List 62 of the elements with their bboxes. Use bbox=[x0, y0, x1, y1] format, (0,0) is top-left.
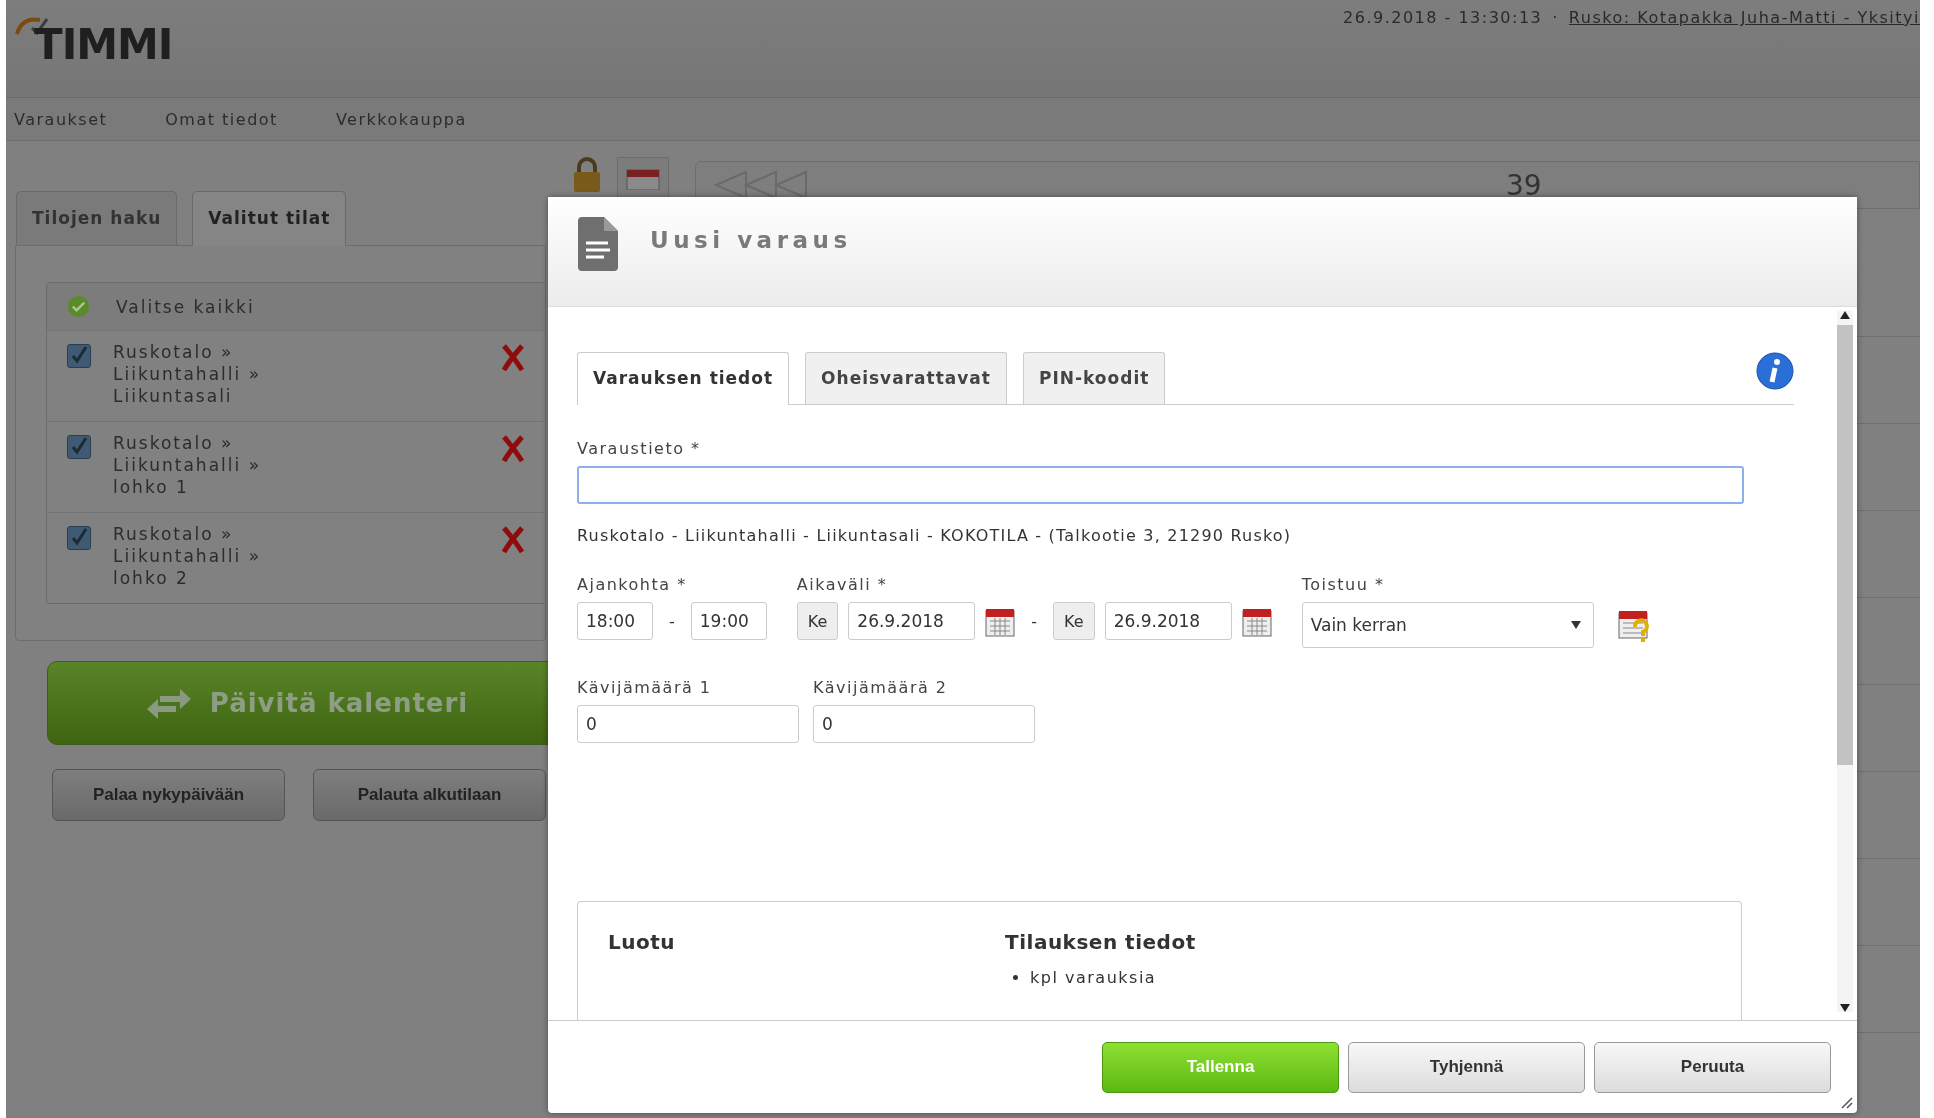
checkbox[interactable] bbox=[67, 344, 91, 368]
remove-icon[interactable] bbox=[501, 435, 525, 463]
info-icon[interactable] bbox=[1756, 352, 1794, 390]
scroll-down-icon[interactable] bbox=[1840, 1004, 1850, 1012]
space-path-text: lohko 2 bbox=[113, 567, 190, 589]
summary-heading: Luotu bbox=[608, 930, 676, 956]
start-date-field[interactable]: 26.9.2018 bbox=[848, 602, 976, 640]
user-link[interactable]: Rusko: Kotapakka Juha-Matti - Yksityi bbox=[1568, 8, 1920, 97]
resize-grip-icon[interactable] bbox=[1839, 1095, 1853, 1109]
end-date-field[interactable]: 26.9.2018 bbox=[1104, 602, 1232, 640]
visitor-count-field[interactable]: 0 bbox=[577, 705, 799, 743]
address-text: Ruskotalo - Liikuntahalli - Liikuntasali - KOKOTILA - (Talkootie 3, 21290 Rusko) bbox=[577, 526, 1293, 545]
order-item: kpl varauksia bbox=[1030, 968, 1157, 987]
logo-text: TIMMI bbox=[34, 24, 173, 66]
remove-icon[interactable] bbox=[501, 344, 525, 372]
remove-icon[interactable] bbox=[501, 526, 525, 554]
end-time-field[interactable]: 19:00 bbox=[690, 602, 767, 640]
visitor-count-field[interactable]: 0 bbox=[813, 705, 1035, 743]
field-label: Toistuu * bbox=[1301, 575, 1386, 594]
scrollbar[interactable] bbox=[1837, 311, 1853, 1012]
logo[interactable]: TIMMI bbox=[6, 0, 173, 97]
checkbox[interactable] bbox=[67, 435, 91, 459]
space-path-text: Ruskotalo » bbox=[113, 341, 235, 363]
field-label: Kävijämäärä 1 bbox=[577, 678, 713, 697]
space-path-text: Liikuntasali bbox=[113, 385, 234, 407]
bullet-icon bbox=[1013, 975, 1019, 980]
dialog-button[interactable]: Peruuta bbox=[1594, 1041, 1831, 1093]
document-icon bbox=[578, 217, 618, 271]
weekday-label: Ke bbox=[1053, 602, 1095, 640]
field-label: Aikaväli * bbox=[796, 575, 889, 594]
dash: - bbox=[669, 611, 675, 631]
separator: · bbox=[1552, 8, 1559, 29]
swap-arrows-icon bbox=[145, 686, 192, 720]
check-circle-icon[interactable] bbox=[67, 295, 90, 318]
space-path-text: Ruskotalo » bbox=[113, 523, 235, 545]
summary-heading: Tilauksen tiedot bbox=[1005, 930, 1196, 954]
space-path-text: Liikuntahalli » bbox=[113, 454, 263, 476]
space-path-text: lohko 1 bbox=[113, 476, 190, 498]
panel-tab[interactable]: Valitut tilat bbox=[192, 191, 347, 246]
space-path-text: Liikuntahalli » bbox=[113, 363, 263, 385]
dialog-tab[interactable]: PIN-koodit bbox=[1022, 352, 1166, 404]
field-label: Kävijämäärä 2 bbox=[813, 678, 949, 697]
calendar-icon bbox=[626, 166, 660, 190]
checkbox[interactable] bbox=[67, 526, 91, 550]
booking-info-field[interactable] bbox=[577, 466, 1744, 504]
field-label: Varaustieto * bbox=[577, 439, 702, 458]
dialog-title: Uusi varaus bbox=[650, 227, 852, 253]
field-label: Ajankohta * bbox=[577, 575, 688, 594]
dialog-tab[interactable]: Varauksen tiedot bbox=[577, 352, 790, 405]
space-path-text: Ruskotalo » bbox=[113, 432, 235, 454]
space-path-text: Liikuntahalli » bbox=[113, 545, 263, 567]
timestamp: 26.9.2018 - 13:30:13 bbox=[1343, 8, 1543, 29]
week-number: 39 bbox=[1506, 168, 1542, 202]
dialog-tab[interactable]: Oheisvarattavat bbox=[805, 352, 1007, 404]
start-time-field[interactable]: 18:00 bbox=[577, 602, 653, 640]
scroll-up-icon[interactable] bbox=[1840, 311, 1850, 319]
lock-icon[interactable] bbox=[572, 157, 602, 193]
weekday-label: Ke bbox=[796, 602, 839, 640]
dash: - bbox=[1031, 611, 1038, 631]
caret-icon bbox=[1570, 621, 1581, 629]
repeat-dropdown[interactable]: Vain kerran bbox=[1301, 602, 1594, 648]
dialog-button[interactable]: Tyhjennä bbox=[1348, 1041, 1585, 1093]
